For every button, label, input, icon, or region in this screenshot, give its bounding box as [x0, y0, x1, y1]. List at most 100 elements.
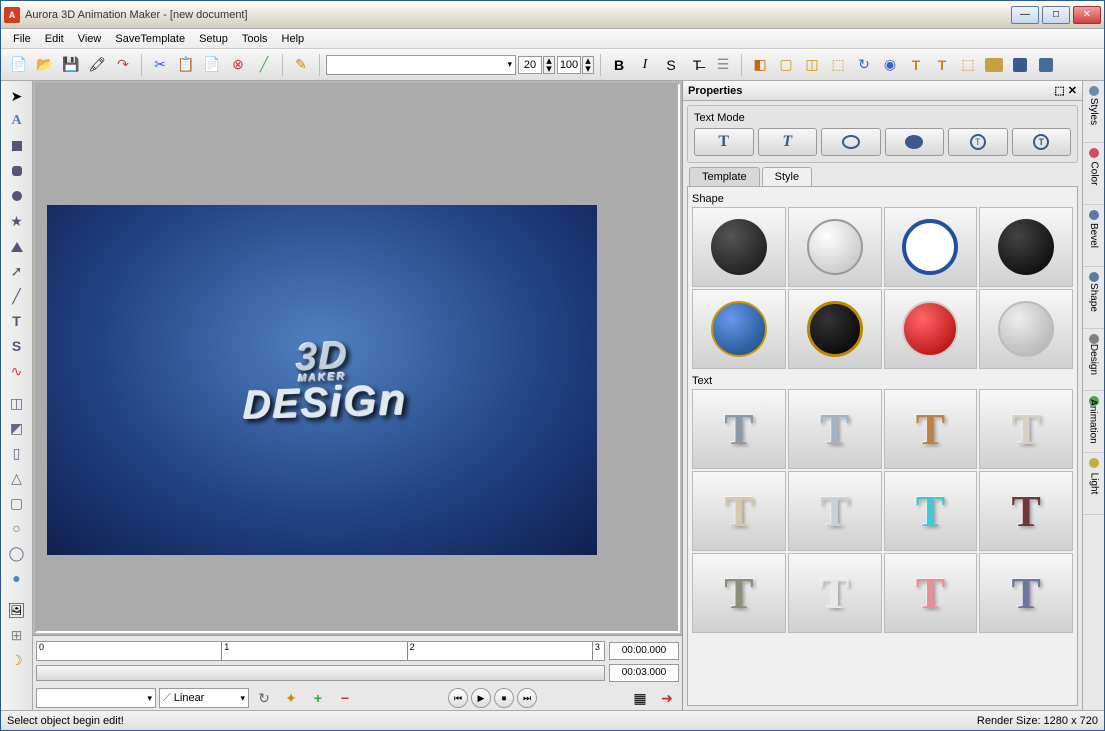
- text-style-10[interactable]: T: [884, 553, 978, 633]
- text-style-2[interactable]: T: [884, 389, 978, 469]
- cube-tool[interactable]: ◫: [5, 391, 29, 415]
- viewport[interactable]: 3D MAKER DESiGn: [35, 83, 680, 633]
- paste-button[interactable]: 📄: [200, 53, 224, 77]
- 3dshape-tool[interactable]: S: [5, 334, 29, 358]
- 3d-box1-button[interactable]: ◧: [748, 53, 772, 77]
- circle-tool[interactable]: [5, 184, 29, 208]
- triangle-tool[interactable]: [5, 234, 29, 258]
- text-style-8[interactable]: T: [692, 553, 786, 633]
- textmode-btn-2[interactable]: T: [758, 128, 818, 156]
- shape-style-0[interactable]: [692, 207, 786, 287]
- sphere-tool[interactable]: ●: [5, 566, 29, 590]
- minimize-button[interactable]: [1011, 6, 1039, 24]
- render-button[interactable]: ➜: [655, 686, 679, 710]
- righttab-color[interactable]: Color: [1083, 143, 1104, 205]
- group-tool[interactable]: ⊞: [5, 623, 29, 647]
- ease-combo[interactable]: ⟋ Linear: [159, 688, 249, 708]
- tab-style[interactable]: Style: [762, 167, 812, 186]
- textmode-btn-4[interactable]: [885, 128, 945, 156]
- color1-button[interactable]: [1008, 53, 1032, 77]
- cylinder-tool[interactable]: ▯: [5, 441, 29, 465]
- cut-button[interactable]: ✂: [148, 53, 172, 77]
- text-style-5[interactable]: T: [788, 471, 882, 551]
- shape-style-6[interactable]: [884, 289, 978, 369]
- roundrect-tool[interactable]: [5, 159, 29, 183]
- shape-style-5[interactable]: [788, 289, 882, 369]
- menu-help[interactable]: Help: [275, 31, 312, 47]
- layers-button[interactable]: ☰: [711, 53, 735, 77]
- text-tool[interactable]: A: [5, 109, 29, 133]
- shape-style-7[interactable]: [979, 289, 1073, 369]
- cylinder2-tool[interactable]: ▢: [5, 491, 29, 515]
- save-button[interactable]: 💾: [59, 53, 83, 77]
- menu-setup[interactable]: Setup: [192, 31, 235, 47]
- size1-spinner[interactable]: 20▴▾: [518, 56, 555, 74]
- maximize-button[interactable]: [1042, 6, 1070, 24]
- moon-tool[interactable]: ☽: [5, 648, 29, 672]
- italic-button[interactable]: I: [633, 53, 657, 77]
- timeline-track[interactable]: [36, 665, 605, 681]
- textmode-btn-5[interactable]: T: [948, 128, 1008, 156]
- loop-button[interactable]: ↻: [252, 686, 276, 710]
- text-style-11[interactable]: T: [979, 553, 1073, 633]
- pin-icon[interactable]: ⬚: [1054, 84, 1064, 97]
- menu-view[interactable]: View: [71, 31, 109, 47]
- star-tool[interactable]: ★: [5, 209, 29, 233]
- 3d-box2-button[interactable]: ▢: [774, 53, 798, 77]
- size2-spinner[interactable]: 100▴▾: [557, 56, 594, 74]
- righttab-shape[interactable]: Shape: [1083, 267, 1104, 329]
- textmode-btn-6[interactable]: T: [1012, 128, 1072, 156]
- textmode-btn-3[interactable]: [821, 128, 881, 156]
- text-style-7[interactable]: T: [979, 471, 1073, 551]
- copy-button[interactable]: 📋: [174, 53, 198, 77]
- righttab-light[interactable]: Light: [1083, 453, 1104, 515]
- menu-file[interactable]: File: [6, 31, 38, 47]
- play-button[interactable]: ▶: [471, 688, 491, 708]
- 3d-box3-button[interactable]: ◫: [800, 53, 824, 77]
- color2-button[interactable]: [1034, 53, 1058, 77]
- shape-style-2[interactable]: [884, 207, 978, 287]
- pointer-tool[interactable]: ➤: [5, 84, 29, 108]
- tab-template[interactable]: Template: [689, 167, 760, 186]
- globe-button[interactable]: ◉: [878, 53, 902, 77]
- menu-savetemplate[interactable]: SaveTemplate: [108, 31, 192, 47]
- t3d3-button[interactable]: ⬚: [956, 53, 980, 77]
- settings-button[interactable]: ▦: [628, 686, 652, 710]
- menu-edit[interactable]: Edit: [38, 31, 71, 47]
- swatch-button[interactable]: [985, 58, 1003, 72]
- menu-tools[interactable]: Tools: [235, 31, 275, 47]
- rotate-button[interactable]: ↻: [852, 53, 876, 77]
- remove-button[interactable]: −: [333, 686, 357, 710]
- torus-tool[interactable]: ◯: [5, 541, 29, 565]
- add-button[interactable]: +: [306, 686, 330, 710]
- arrow-tool[interactable]: ➚: [5, 259, 29, 283]
- image-tool[interactable]: 🖼: [5, 598, 29, 622]
- cube2-tool[interactable]: ◩: [5, 416, 29, 440]
- text-style-4[interactable]: T: [692, 471, 786, 551]
- rect-tool[interactable]: [5, 134, 29, 158]
- 3dtext-tool[interactable]: T: [5, 309, 29, 333]
- object-combo[interactable]: [36, 688, 156, 708]
- timeline-ruler[interactable]: 0 1 2 3: [36, 641, 605, 661]
- last-button[interactable]: ⏭: [517, 688, 537, 708]
- bold-button[interactable]: B: [607, 53, 631, 77]
- pencil-button[interactable]: ✎: [289, 53, 313, 77]
- close-button[interactable]: [1073, 6, 1101, 24]
- shape-style-1[interactable]: [788, 207, 882, 287]
- righttab-design[interactable]: Design: [1083, 329, 1104, 391]
- font-combo[interactable]: [326, 55, 516, 75]
- panel-close-icon[interactable]: ✕: [1068, 84, 1077, 97]
- cone-tool[interactable]: △: [5, 466, 29, 490]
- righttab-bevel[interactable]: Bevel: [1083, 205, 1104, 267]
- first-button[interactable]: ⏮: [448, 688, 468, 708]
- t3d2-button[interactable]: T: [930, 53, 954, 77]
- wand-button[interactable]: ✦: [279, 686, 303, 710]
- curve-tool[interactable]: ∿: [5, 359, 29, 383]
- shape-style-4[interactable]: [692, 289, 786, 369]
- time-current[interactable]: 00:00.000: [609, 642, 679, 660]
- textmode-btn-1[interactable]: T: [694, 128, 754, 156]
- text-style-0[interactable]: T: [692, 389, 786, 469]
- text-style-3[interactable]: T: [979, 389, 1073, 469]
- delete-button[interactable]: ⊗: [226, 53, 250, 77]
- righttab-animation[interactable]: Animation: [1083, 391, 1104, 453]
